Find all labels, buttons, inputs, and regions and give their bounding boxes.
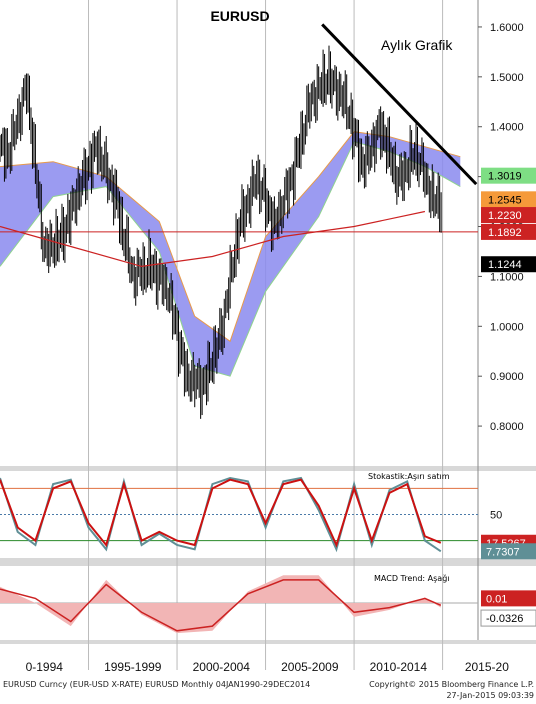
chart-subtitle: Aylık Grafik (381, 37, 453, 53)
chart-stage: 1.60001.50001.40001.30001.20001.10001.00… (0, 0, 536, 704)
x-axis-label: 2010-2014 (370, 660, 428, 674)
panel-separator (0, 466, 536, 471)
price-label: 1.3019 (488, 171, 522, 183)
x-axis-label: 2000-2004 (193, 660, 251, 674)
panel-separator (0, 558, 536, 566)
y-tick-label: 1.0000 (490, 321, 524, 333)
y-tick-label: 0.8000 (490, 421, 524, 433)
y-tick-label: 1.6000 (490, 22, 524, 34)
footer-timestamp: 27-Jan-2015 09:03:39 (446, 691, 534, 700)
chart-title: EURUSD (210, 8, 269, 24)
price-label: 1.2545 (488, 194, 522, 206)
macd-histogram-area (0, 575, 441, 634)
macd-title: MACD Trend: Aşağı (374, 574, 450, 583)
x-axis-label: 2005-2009 (281, 660, 339, 674)
y-tick-label: 1.1000 (490, 271, 524, 283)
y-tick-label: 1.4000 (490, 122, 524, 134)
stochastic-tick-label: 50 (490, 510, 502, 522)
x-axis-label: 1995-1999 (104, 660, 162, 674)
x-axis-label: 2015-20 (465, 660, 509, 674)
price-label: 1.2230 (488, 210, 522, 222)
stochastic-line (0, 478, 442, 548)
footer-copyright: Copyright© 2015 Bloomberg Finance L.P. (369, 680, 534, 689)
footer-left: EURUSD Curncy (EUR-USD X-RATE) EURUSD Mo… (3, 680, 311, 689)
price-label: 1.1244 (488, 259, 522, 271)
macd-value-label: 0.01 (486, 593, 507, 605)
x-axis-label: 0-1994 (26, 660, 64, 674)
stochastic-title: Stokastik:Aşırı satım (368, 472, 450, 481)
stochastic-value-label: 7.7307 (486, 546, 520, 558)
y-tick-label: 1.5000 (490, 72, 524, 84)
y-tick-label: 0.9000 (490, 371, 524, 383)
price-label: 1.1892 (488, 227, 522, 239)
panel-separator (0, 640, 536, 644)
macd-value-label: -0.0326 (486, 613, 523, 625)
eurusd-chart: 1.60001.50001.40001.30001.20001.10001.00… (0, 0, 536, 674)
